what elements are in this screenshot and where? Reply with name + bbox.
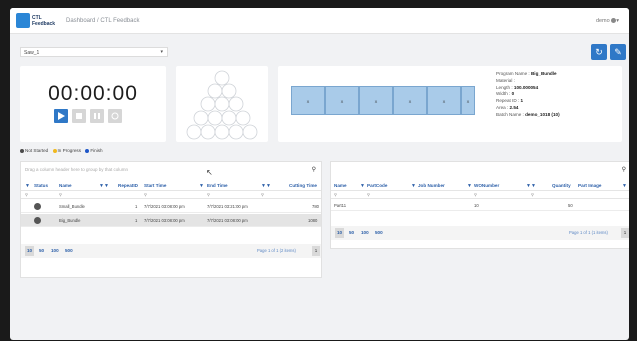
column-header-wonumber[interactable]: WONumber bbox=[474, 183, 499, 188]
page-size-10[interactable]: 10 bbox=[25, 246, 35, 256]
page-number-button[interactable]: 1 bbox=[312, 246, 320, 256]
program-info: Program Name : Big_Bundle Material : Len… bbox=[496, 71, 560, 117]
column-header-end-time[interactable]: End Time bbox=[207, 183, 228, 188]
edit-button[interactable]: ✎ bbox=[610, 44, 626, 60]
app-screen: CTL Feedback Dashboard / CTL Feedback dem… bbox=[10, 8, 629, 340]
top-bar: CTL Feedback Dashboard / CTL Feedback dem… bbox=[10, 8, 629, 34]
sequence-box: X bbox=[461, 86, 475, 115]
table-row[interactable]: Small_Bundle 1 7/7/2021 03:08:00 pm 7/7/… bbox=[21, 200, 321, 213]
page-size-100[interactable]: 100 bbox=[361, 230, 369, 235]
bundle-grid-header: ▼ Status Name ▼▼ RepeatID Start Time ▼ E… bbox=[21, 181, 321, 191]
parts-grid-filter-row[interactable]: ⚲ ⚲ ⚲ ⚲ bbox=[331, 191, 629, 199]
app-logo-icon[interactable] bbox=[16, 13, 30, 28]
filter-icon[interactable]: ▼ bbox=[360, 183, 365, 189]
page-size-500[interactable]: 500 bbox=[65, 248, 73, 253]
parts-grid-header: Name ▼ PartCode ▼ Job Number ▼ WONumber … bbox=[331, 181, 629, 191]
stop-icon bbox=[76, 113, 82, 119]
column-header-cutting-time[interactable]: Cutting Time bbox=[289, 183, 317, 188]
bundle-diagram-card bbox=[176, 66, 268, 142]
parts-grid: ⚲ Name ▼ PartCode ▼ Job Number ▼ WONumbe… bbox=[330, 161, 629, 249]
page-size-100[interactable]: 100 bbox=[51, 248, 59, 253]
search-icon[interactable]: ⚲ bbox=[312, 166, 316, 173]
pause-icon bbox=[94, 113, 100, 119]
parts-grid-pager: 10 50 100 500 Page 1 of 1 (1 items) 1 bbox=[331, 226, 629, 240]
reset-icon bbox=[111, 112, 119, 120]
breadcrumb: Dashboard / CTL Feedback bbox=[66, 18, 140, 24]
table-row[interactable]: Part11 10 50 bbox=[331, 200, 629, 211]
filter-icon[interactable]: ▼ bbox=[622, 183, 627, 189]
app-logo-text: CTL Feedback bbox=[32, 15, 56, 27]
page-info: Page 1 of 1 (1 items) bbox=[569, 230, 608, 235]
user-menu[interactable]: demo ▾ bbox=[596, 18, 619, 24]
not-started-dot-icon bbox=[20, 148, 24, 153]
stop-button[interactable] bbox=[72, 109, 86, 123]
column-header-status[interactable]: Status bbox=[34, 183, 48, 188]
filter-icon[interactable]: ▼▼ bbox=[526, 183, 536, 189]
sequence-box: X bbox=[325, 86, 359, 115]
filter-icon[interactable]: ▼ bbox=[411, 183, 416, 189]
mouse-cursor-icon: ↖ bbox=[206, 168, 213, 177]
page-number-button[interactable]: 1 bbox=[621, 228, 629, 238]
sequence-box: X bbox=[393, 86, 427, 115]
timer-display: 00:00:00 bbox=[48, 82, 138, 105]
status-dot-icon bbox=[34, 203, 41, 210]
bundle-grid-filter-row[interactable]: ⚲ ⚲ ⚲ ⚲ ⚲ bbox=[21, 191, 321, 199]
bundle-grid: Drag a column header here to group by th… bbox=[20, 161, 322, 278]
bundle-pyramid-diagram bbox=[186, 70, 258, 140]
chevron-down-icon: ▾ bbox=[616, 18, 619, 24]
page-size-50[interactable]: 50 bbox=[349, 230, 354, 235]
column-header-quantity[interactable]: Quantity bbox=[552, 183, 571, 188]
device-frame: CTL Feedback Dashboard / CTL Feedback dem… bbox=[0, 0, 637, 341]
page-size-50[interactable]: 50 bbox=[39, 248, 44, 253]
column-header-repeatid[interactable]: RepeatID bbox=[118, 183, 138, 188]
sequence-box: X bbox=[359, 86, 393, 115]
edit-icon: ✎ bbox=[614, 47, 622, 57]
chevron-down-icon: ▾ bbox=[160, 49, 163, 55]
pause-button[interactable] bbox=[90, 109, 104, 123]
page-size-10[interactable]: 10 bbox=[335, 228, 345, 238]
filter-icon[interactable]: ▼▼ bbox=[99, 183, 109, 189]
status-legend: Not Started In Progress Finish bbox=[20, 148, 103, 153]
column-header-part-image[interactable]: Part Image bbox=[578, 183, 602, 188]
refresh-button[interactable]: ↻ bbox=[591, 44, 607, 60]
machine-select-value: Saw_1 bbox=[24, 50, 40, 56]
in-progress-dot-icon bbox=[52, 148, 57, 153]
refresh-icon: ↻ bbox=[595, 47, 603, 57]
filter-icon[interactable]: ▼ bbox=[467, 183, 472, 189]
page-size-500[interactable]: 500 bbox=[375, 230, 383, 235]
column-header-name[interactable]: Name bbox=[334, 183, 347, 188]
column-header-name[interactable]: Name bbox=[59, 183, 72, 188]
reset-button[interactable] bbox=[108, 109, 122, 123]
bundle-grid-pager: 10 50 100 500 Page 1 of 1 (2 items) 1 bbox=[21, 244, 321, 258]
status-dot-icon bbox=[34, 217, 41, 224]
page-info: Page 1 of 1 (2 items) bbox=[257, 248, 296, 253]
filter-icon[interactable]: ▼ bbox=[199, 183, 204, 189]
column-header-job-number[interactable]: Job Number bbox=[418, 183, 445, 188]
column-header-start-time[interactable]: Start Time bbox=[144, 183, 166, 188]
sequence-box: X bbox=[427, 86, 461, 115]
column-header-partcode[interactable]: PartCode bbox=[367, 183, 387, 188]
cut-sequence-card: X X X X X X bbox=[278, 66, 486, 142]
play-icon bbox=[58, 112, 65, 120]
play-button[interactable] bbox=[54, 109, 68, 123]
group-by-hint: Drag a column header here to group by th… bbox=[25, 167, 129, 172]
filter-icon[interactable]: ▼ bbox=[25, 183, 30, 189]
sequence-box: X bbox=[291, 86, 325, 115]
timer-card: 00:00:00 bbox=[20, 66, 166, 142]
table-row[interactable]: Big_Bundle 1 7/7/2021 03:08:00 pm 7/7/20… bbox=[21, 214, 321, 227]
machine-select[interactable]: Saw_1 ▾ bbox=[20, 47, 168, 57]
filter-icon[interactable]: ▼▼ bbox=[261, 183, 271, 189]
search-icon[interactable]: ⚲ bbox=[622, 166, 626, 173]
finish-dot-icon bbox=[85, 148, 90, 153]
user-name: demo bbox=[595, 18, 610, 24]
